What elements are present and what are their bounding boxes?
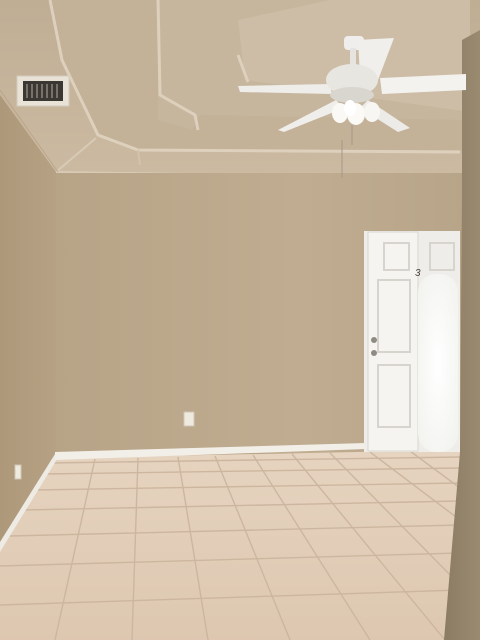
- door-number: 3: [415, 268, 421, 279]
- tile-floor: [0, 450, 461, 640]
- deadbolt: [371, 350, 377, 356]
- side-outlet: [14, 464, 22, 480]
- ceiling: [0, 0, 480, 195]
- doorway-daylight: [418, 274, 458, 452]
- wall-outlet: [183, 411, 195, 427]
- empty-room-photo: 3: [0, 0, 480, 640]
- air-vent: [16, 75, 70, 107]
- door-knob[interactable]: [371, 337, 377, 343]
- entry-door[interactable]: 3: [364, 231, 460, 452]
